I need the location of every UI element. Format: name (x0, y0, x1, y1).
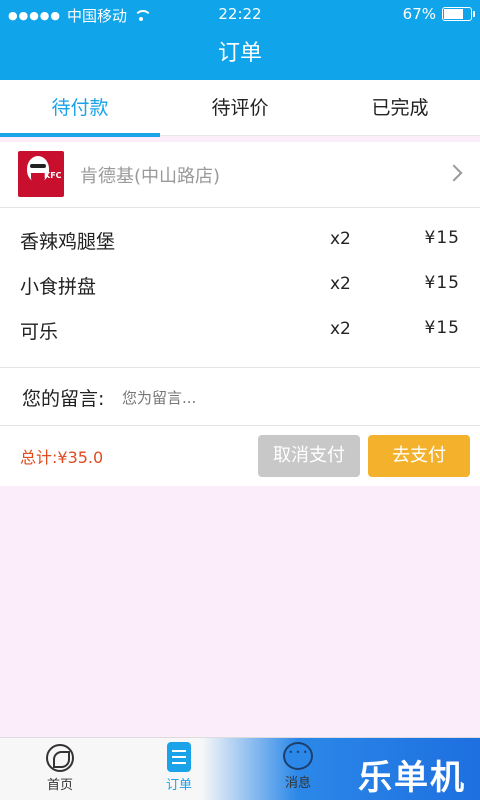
bottom-tab-label: 订单 (165, 778, 192, 793)
store-name: 肯德基(中山路店) (80, 166, 221, 187)
order-icon (167, 742, 191, 772)
bottom-tab-orders[interactable]: 订单 (139, 742, 219, 793)
message-input[interactable] (122, 386, 452, 410)
pay-button[interactable]: 去支付 (368, 435, 470, 477)
message-label: 您的留言: (22, 388, 105, 410)
order-items: 香辣鸡腿堡 x2 ¥15 小食拼盘 x2 ¥15 可乐 x2 ¥15 (0, 208, 480, 368)
order-total: 总计:¥35.0 (20, 448, 104, 467)
list-item: 小食拼盘 x2 ¥15 (0, 261, 480, 306)
tab-pending-review[interactable]: 待评价 (160, 80, 320, 136)
tab-pending-payment[interactable]: 待付款 (0, 80, 160, 137)
item-qty: x2 (330, 319, 351, 339)
status-right: 67% (402, 5, 475, 23)
item-name: 可乐 (20, 321, 59, 343)
bottom-tab-messages[interactable]: 消息 (258, 742, 338, 791)
order-card: KFC 肯德基(中山路店) 香辣鸡腿堡 x2 ¥15 小食拼盘 x2 ¥15 可… (0, 142, 480, 486)
tab-completed[interactable]: 已完成 (320, 80, 480, 136)
cancel-payment-button[interactable]: 取消支付 (258, 435, 360, 477)
message-row: 您的留言: (0, 368, 480, 426)
kfc-logo: KFC (18, 151, 64, 197)
bottom-tab-label: 首页 (46, 778, 73, 793)
home-icon (46, 744, 74, 772)
order-footer: 总计:¥35.0 取消支付 去支付 (0, 426, 480, 486)
brand-watermark: 乐单机 (358, 758, 466, 798)
battery-percent: 67% (402, 5, 436, 23)
store-row[interactable]: KFC 肯德基(中山路店) (0, 142, 480, 208)
item-name: 香辣鸡腿堡 (20, 231, 116, 253)
list-item: 可乐 x2 ¥15 (0, 306, 480, 351)
page-title: 订单 (0, 28, 480, 80)
item-qty: x2 (330, 274, 351, 294)
item-price: ¥15 (424, 273, 460, 293)
chevron-right-icon (445, 164, 463, 182)
battery-icon (442, 7, 475, 21)
item-name: 小食拼盘 (20, 276, 97, 298)
item-qty: x2 (330, 229, 351, 249)
bottom-tab-label: 消息 (284, 776, 311, 791)
bottom-tab-home[interactable]: 首页 (20, 742, 100, 793)
list-item: 香辣鸡腿堡 x2 ¥15 (0, 216, 480, 261)
order-tabs: 待付款 待评价 已完成 (0, 80, 480, 137)
status-bar: ●●●●● 中国移动 22:22 67% (0, 0, 480, 28)
item-price: ¥15 (424, 228, 460, 248)
message-icon (283, 742, 313, 770)
item-price: ¥15 (424, 318, 460, 338)
bottom-nav: 首页 订单 消息 乐单机 (0, 737, 480, 800)
